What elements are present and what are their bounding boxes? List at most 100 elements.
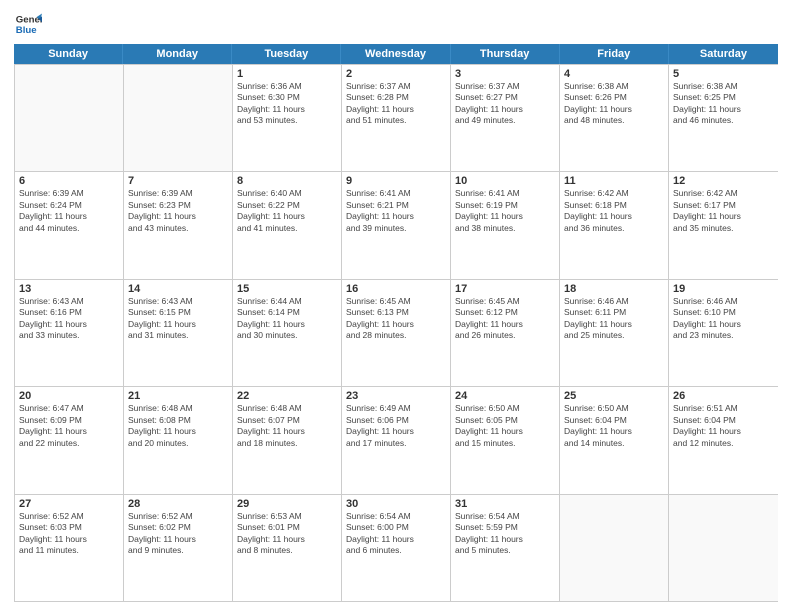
- day-cell-23: 23Sunrise: 6:49 AMSunset: 6:06 PMDayligh…: [342, 387, 451, 493]
- cell-info-line: Daylight: 11 hours: [237, 104, 337, 115]
- cell-info-line: Sunset: 6:03 PM: [19, 522, 119, 533]
- cell-info-line: Sunset: 6:06 PM: [346, 415, 446, 426]
- cell-info-line: Daylight: 11 hours: [455, 319, 555, 330]
- cell-info-line: Sunset: 6:10 PM: [673, 307, 774, 318]
- cell-info-line: Daylight: 11 hours: [237, 426, 337, 437]
- day-number: 22: [237, 390, 337, 402]
- cell-info-line: and 9 minutes.: [128, 545, 228, 556]
- cell-info-line: Sunset: 6:14 PM: [237, 307, 337, 318]
- cell-info-line: Sunrise: 6:41 AM: [455, 188, 555, 199]
- cell-info-line: Sunset: 6:01 PM: [237, 522, 337, 533]
- cell-info-line: Daylight: 11 hours: [237, 211, 337, 222]
- cell-info-line: and 48 minutes.: [564, 115, 664, 126]
- cell-info-line: Sunset: 5:59 PM: [455, 522, 555, 533]
- day-cell-7: 7Sunrise: 6:39 AMSunset: 6:23 PMDaylight…: [124, 172, 233, 278]
- cell-info-line: Sunrise: 6:47 AM: [19, 403, 119, 414]
- cell-info-line: and 41 minutes.: [237, 223, 337, 234]
- cell-info-line: Daylight: 11 hours: [564, 426, 664, 437]
- cell-info-line: and 17 minutes.: [346, 438, 446, 449]
- day-header-wednesday: Wednesday: [341, 44, 450, 64]
- cell-info-line: Sunrise: 6:39 AM: [128, 188, 228, 199]
- cell-info-line: and 20 minutes.: [128, 438, 228, 449]
- day-number: 11: [564, 175, 664, 187]
- cell-info-line: Sunrise: 6:44 AM: [237, 296, 337, 307]
- cell-info-line: Sunset: 6:07 PM: [237, 415, 337, 426]
- day-number: 7: [128, 175, 228, 187]
- cell-info-line: Sunset: 6:21 PM: [346, 200, 446, 211]
- cell-info-line: Sunrise: 6:46 AM: [564, 296, 664, 307]
- week-row-4: 27 Sunrise: 6:52 AM Sunset: 6:03 PM Dayligh…: [15, 494, 778, 601]
- day-cell-10: 10Sunrise: 6:41 AMSunset: 6:19 PMDayligh…: [451, 172, 560, 278]
- day-number: 4: [564, 68, 664, 80]
- cell-info-line: and 6 minutes.: [346, 545, 446, 556]
- day-cell-16: 16Sunrise: 6:45 AMSunset: 6:13 PMDayligh…: [342, 280, 451, 386]
- cell-info-line: Sunset: 6:05 PM: [455, 415, 555, 426]
- cell-info-line: Daylight: 11 hours: [673, 211, 774, 222]
- cell-info-line: and 31 minutes.: [128, 330, 228, 341]
- day-header-thursday: Thursday: [451, 44, 560, 64]
- cell-info-line: Sunset: 6:09 PM: [19, 415, 119, 426]
- day-number: 28: [128, 498, 228, 510]
- cell-info-line: Daylight: 11 hours: [346, 319, 446, 330]
- cell-info-line: and 36 minutes.: [564, 223, 664, 234]
- day-number: 14: [128, 283, 228, 295]
- day-cell-6: 6Sunrise: 6:39 AMSunset: 6:24 PMDaylight…: [15, 172, 124, 278]
- cell-info-line: and 49 minutes.: [455, 115, 555, 126]
- day-number: 6: [19, 175, 119, 187]
- cell-info-line: Sunrise: 6:52 AM: [128, 511, 228, 522]
- day-cell-25: 25Sunrise: 6:50 AMSunset: 6:04 PMDayligh…: [560, 387, 669, 493]
- cell-info-line: Sunset: 6:18 PM: [564, 200, 664, 211]
- cell-info-line: Daylight: 11 hours: [128, 426, 228, 437]
- cell-info-line: Daylight: 11 hours: [673, 426, 774, 437]
- day-number: 29: [237, 498, 337, 510]
- calendar-header: SundayMondayTuesdayWednesdayThursdayFrid…: [14, 44, 778, 64]
- day-cell-24: 24Sunrise: 6:50 AMSunset: 6:05 PMDayligh…: [451, 387, 560, 493]
- day-number: 8: [237, 175, 337, 187]
- cell-info-line: Daylight: 11 hours: [346, 534, 446, 545]
- day-cell-20: 20Sunrise: 6:47 AMSunset: 6:09 PMDayligh…: [15, 387, 124, 493]
- day-header-saturday: Saturday: [669, 44, 778, 64]
- cell-info-line: Sunrise: 6:39 AM: [19, 188, 119, 199]
- day-cell-14: 14Sunrise: 6:43 AMSunset: 6:15 PMDayligh…: [124, 280, 233, 386]
- empty-cell: [669, 495, 778, 601]
- day-number: 30: [346, 498, 446, 510]
- cell-info-line: Sunset: 6:22 PM: [237, 200, 337, 211]
- day-number: 27: [19, 498, 119, 510]
- cell-info-line: and 28 minutes.: [346, 330, 446, 341]
- cell-info-line: Sunrise: 6:40 AM: [237, 188, 337, 199]
- day-number: 13: [19, 283, 119, 295]
- day-number: 3: [455, 68, 555, 80]
- day-cell-26: 26Sunrise: 6:51 AMSunset: 6:04 PMDayligh…: [669, 387, 778, 493]
- cell-info-line: Daylight: 11 hours: [237, 534, 337, 545]
- cell-info-line: Sunrise: 6:38 AM: [673, 81, 774, 92]
- svg-text:Blue: Blue: [16, 25, 37, 36]
- cell-info-line: and 46 minutes.: [673, 115, 774, 126]
- cell-info-line: Sunrise: 6:54 AM: [455, 511, 555, 522]
- cell-info-line: and 25 minutes.: [564, 330, 664, 341]
- cell-info-line: Sunrise: 6:53 AM: [237, 511, 337, 522]
- cell-info-line: Sunrise: 6:48 AM: [237, 403, 337, 414]
- cell-info-line: Daylight: 11 hours: [346, 211, 446, 222]
- cell-info-line: Daylight: 11 hours: [346, 426, 446, 437]
- day-number: 16: [346, 283, 446, 295]
- cell-info-line: Sunrise: 6:41 AM: [346, 188, 446, 199]
- cell-info-line: and 18 minutes.: [237, 438, 337, 449]
- cell-info-line: Sunrise: 6:45 AM: [455, 296, 555, 307]
- day-number: 23: [346, 390, 446, 402]
- cell-info-line: Daylight: 11 hours: [19, 426, 119, 437]
- day-cell-17: 17Sunrise: 6:45 AMSunset: 6:12 PMDayligh…: [451, 280, 560, 386]
- day-header-monday: Monday: [123, 44, 232, 64]
- cell-info-line: and 22 minutes.: [19, 438, 119, 449]
- cell-info-line: Sunset: 6:17 PM: [673, 200, 774, 211]
- cell-info-line: Sunrise: 6:42 AM: [673, 188, 774, 199]
- cell-info-line: Sunset: 6:04 PM: [564, 415, 664, 426]
- logo: General Blue: [14, 10, 42, 38]
- day-number: 26: [673, 390, 774, 402]
- cell-info-line: Daylight: 11 hours: [128, 211, 228, 222]
- cell-info-line: and 53 minutes.: [237, 115, 337, 126]
- day-header-friday: Friday: [560, 44, 669, 64]
- day-number: 31: [455, 498, 555, 510]
- cell-info-line: Sunrise: 6:46 AM: [673, 296, 774, 307]
- day-cell-19: 19Sunrise: 6:46 AMSunset: 6:10 PMDayligh…: [669, 280, 778, 386]
- day-cell-5: 5Sunrise: 6:38 AMSunset: 6:25 PMDaylight…: [669, 65, 778, 171]
